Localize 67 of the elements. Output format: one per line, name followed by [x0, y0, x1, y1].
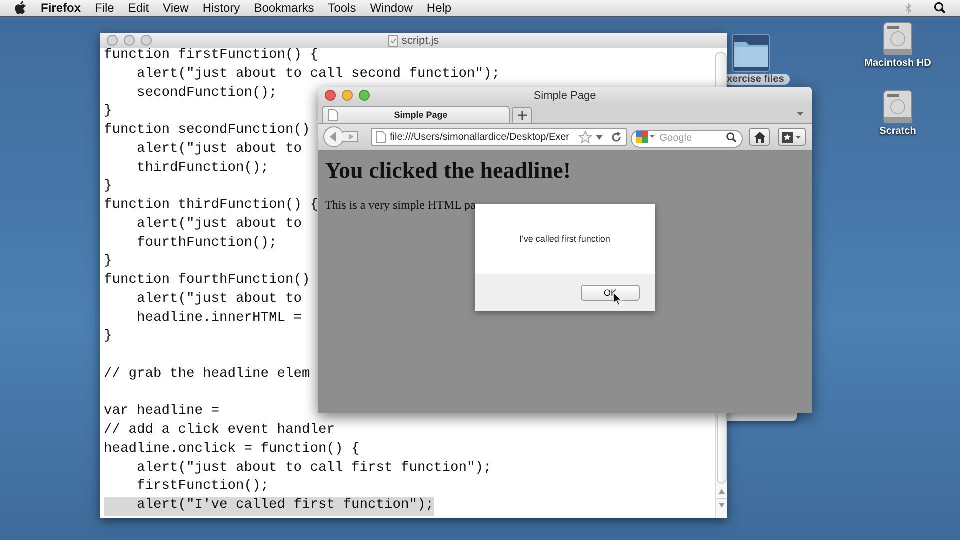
- code-line: // grab the headline elem: [104, 366, 310, 382]
- menu-item[interactable]: History: [202, 1, 240, 15]
- page-paragraph: This is a very simple HTML pa: [325, 198, 477, 213]
- caret-icon[interactable]: [797, 112, 804, 116]
- page-icon: [328, 109, 338, 121]
- hard-drive-icon[interactable]: [883, 90, 913, 124]
- code-line: fourthFunction();: [136, 236, 278, 250]
- menu-item[interactable]: Bookmarks: [254, 1, 314, 15]
- caret-icon[interactable]: [596, 134, 603, 140]
- window-title: script.js: [402, 34, 440, 46]
- code-line: }: [104, 254, 112, 270]
- code-line: alert("just about to: [136, 292, 302, 307]
- document-icon: [388, 34, 399, 46]
- menu-item[interactable]: Window: [370, 1, 413, 15]
- code-line: }: [104, 179, 112, 194]
- menu-item[interactable]: Help: [426, 1, 452, 15]
- code-line: firstFunction();: [136, 479, 270, 494]
- home-icon: [754, 132, 766, 142]
- hard-drive-icon[interactable]: [883, 22, 913, 56]
- code-line: alert("just about to: [136, 142, 302, 157]
- code-line: alert("just about to call second function");: [136, 66, 500, 82]
- search-icon: [726, 132, 737, 143]
- page-heading: You clicked the headline!: [325, 158, 572, 184]
- new-tab-button[interactable]: [512, 107, 532, 123]
- reload-icon[interactable]: [610, 132, 622, 142]
- browser-tab[interactable]: Simple Page: [322, 106, 510, 123]
- code-line: alert("just about to call first function");: [136, 460, 492, 476]
- menu-item[interactable]: File: [95, 1, 114, 15]
- bookmarks-button[interactable]: [778, 128, 806, 146]
- url-field[interactable]: file:///Users/simonallardice/Desktop/Exer: [371, 128, 627, 146]
- code-line: alert("just about to: [136, 216, 302, 232]
- home-button[interactable]: [748, 128, 770, 146]
- plus-icon: [518, 111, 526, 120]
- drive-label: Scratch: [880, 126, 916, 137]
- code-line: // add a click event handler: [104, 423, 336, 438]
- code-line: secondFunction();: [136, 86, 278, 100]
- code-line: function secondFunction(): [104, 123, 310, 138]
- code-line: var headline =: [104, 404, 220, 420]
- drive-label: Macintosh HD: [864, 58, 932, 69]
- code-line: function fourthFunction(): [104, 273, 310, 288]
- window-title: Simple Page: [534, 90, 596, 102]
- code-line: headline.innerHTML =: [136, 310, 302, 326]
- code-line: headline.onclick = function() {: [104, 442, 360, 457]
- back-forward-buttons[interactable]: [323, 126, 361, 148]
- folder-label: xercise files: [724, 74, 790, 85]
- menu-item[interactable]: View: [163, 1, 189, 15]
- search-field[interactable]: Google: [630, 130, 743, 148]
- menu-item[interactable]: Edit: [128, 1, 150, 15]
- code-line: }: [104, 104, 112, 120]
- code-line: alert("I've called first function");: [136, 498, 434, 513]
- apple-icon[interactable]: [14, 1, 27, 15]
- app-menu[interactable]: Firefox: [41, 1, 82, 15]
- search-icon[interactable]: [934, 2, 946, 14]
- folder-icon[interactable]: [732, 34, 770, 72]
- scrollbar[interactable]: [715, 414, 727, 518]
- alert-message: I've called first function: [520, 234, 610, 244]
- page-icon: [376, 131, 386, 143]
- star-icon[interactable]: [578, 130, 592, 144]
- window-controls[interactable]: [325, 90, 370, 101]
- code-line: }: [104, 329, 112, 344]
- search-engine-icon[interactable]: [636, 130, 656, 144]
- code-line: function thirdFunction() {: [104, 198, 319, 213]
- scroll-thumb[interactable]: [715, 52, 727, 90]
- bookmark-star-icon: [782, 132, 802, 142]
- code-line: thirdFunction();: [136, 160, 270, 176]
- menu-item[interactable]: Tools: [328, 1, 356, 15]
- code-line: function firstFunction() {: [104, 48, 319, 63]
